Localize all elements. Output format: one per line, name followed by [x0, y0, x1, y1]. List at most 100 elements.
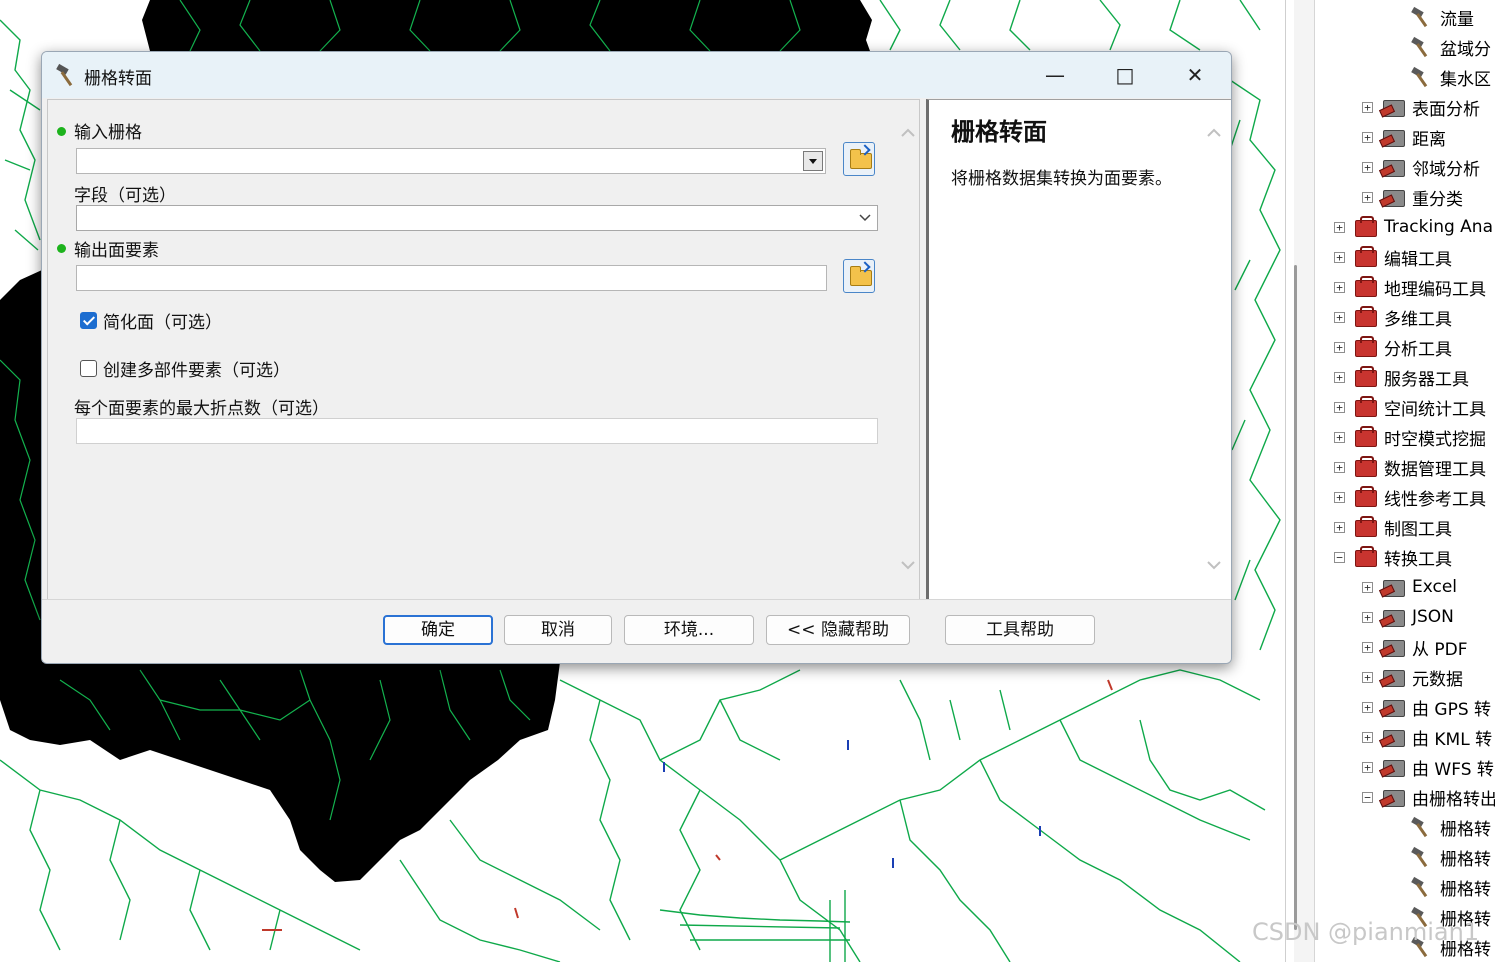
tree-item[interactable]: + Tracking Ana: [1334, 213, 1493, 241]
tree-item-label: 制图工具: [1384, 519, 1452, 540]
tree-item-label: 栅格转: [1440, 879, 1491, 900]
toolset-icon: [1381, 786, 1407, 808]
tree-item[interactable]: 流量: [1390, 3, 1474, 31]
tree-item[interactable]: + 重分类: [1362, 183, 1463, 211]
expand-icon[interactable]: +: [1362, 581, 1373, 593]
catalog-scrollbar[interactable]: [1294, 0, 1315, 962]
multipart-checkbox[interactable]: [80, 360, 97, 377]
tree-item[interactable]: + 地理编码工具: [1334, 273, 1486, 301]
catalog-tree-panel[interactable]: 流量 盆域分 集水区 + 表面分析 + 距离 + 邻域分析 + 重分类 + Tracking Ana + 编…: [1285, 0, 1495, 962]
tree-item-label: 重分类: [1412, 189, 1463, 210]
expand-icon[interactable]: +: [1362, 731, 1373, 743]
expand-icon[interactable]: +: [1362, 101, 1373, 113]
collapse-icon[interactable]: −: [1334, 551, 1345, 563]
tree-item[interactable]: 栅格转: [1390, 813, 1491, 841]
tree-item[interactable]: 集水区: [1390, 63, 1491, 91]
cancel-button[interactable]: 取消: [504, 615, 612, 645]
tree-item[interactable]: + 表面分析: [1362, 93, 1480, 121]
help-body: 将栅格数据集转换为面要素。: [951, 169, 1172, 189]
expand-icon[interactable]: +: [1362, 611, 1373, 623]
expand-icon[interactable]: +: [1334, 281, 1345, 293]
expand-icon[interactable]: +: [1334, 521, 1345, 533]
expand-icon[interactable]: +: [1334, 461, 1345, 473]
input-raster-combobox[interactable]: [76, 148, 826, 174]
dialog-titlebar[interactable]: 栅格转面 — □ ✕: [42, 52, 1231, 98]
tree-item[interactable]: + 由 GPS 转: [1362, 693, 1491, 721]
scroll-up-icon[interactable]: [1207, 126, 1221, 140]
tree-item[interactable]: + 数据管理工具: [1334, 453, 1486, 481]
tree-item[interactable]: + 邻域分析: [1362, 153, 1480, 181]
tree-item[interactable]: + 空间统计工具: [1334, 393, 1486, 421]
close-button[interactable]: ✕: [1172, 60, 1218, 90]
expand-icon[interactable]: +: [1362, 671, 1373, 683]
environments-button[interactable]: 环境...: [624, 615, 754, 645]
expand-icon[interactable]: +: [1334, 251, 1345, 263]
maximize-button[interactable]: □: [1102, 60, 1148, 90]
expand-icon[interactable]: +: [1362, 701, 1373, 713]
scroll-up-icon[interactable]: [901, 126, 915, 140]
tree-item[interactable]: + 服务器工具: [1334, 363, 1469, 391]
tree-item[interactable]: + 距离: [1362, 123, 1446, 151]
catalog-scrollbar-thumb[interactable]: [1294, 265, 1297, 930]
expand-icon[interactable]: +: [1334, 491, 1345, 503]
toolset-icon: [1381, 726, 1407, 748]
expand-icon[interactable]: +: [1334, 431, 1345, 443]
ok-button[interactable]: 确定: [383, 615, 493, 645]
expand-icon[interactable]: +: [1362, 131, 1373, 143]
parameters-pane: 输入栅格 字段（可选） 输出面要素 简化面（可选） 创建多部件要素（可选） 每个…: [47, 99, 920, 601]
tree-item-label: 转换工具: [1384, 549, 1452, 570]
open-input-raster-button[interactable]: [843, 142, 875, 176]
expand-icon[interactable]: +: [1362, 641, 1373, 653]
tree-item[interactable]: + 由 WFS 转: [1362, 753, 1494, 781]
tree-item[interactable]: + 多维工具: [1334, 303, 1452, 331]
output-features-label: 输出面要素: [74, 241, 159, 261]
tree-item[interactable]: 栅格转: [1390, 873, 1491, 901]
hammer-icon: [1409, 846, 1435, 868]
scroll-down-icon[interactable]: [1207, 558, 1221, 572]
tree-item[interactable]: 盆域分: [1390, 33, 1491, 61]
tree-item[interactable]: + 分析工具: [1334, 333, 1452, 361]
tree-item[interactable]: + JSON: [1362, 603, 1454, 631]
toolset-icon: [1381, 186, 1407, 208]
expand-icon[interactable]: +: [1362, 191, 1373, 203]
tree-item-label: 线性参考工具: [1384, 489, 1486, 510]
field-select[interactable]: [76, 205, 878, 231]
expand-icon[interactable]: +: [1334, 221, 1345, 233]
parameters-scrollbar[interactable]: [897, 100, 919, 600]
tree-item-label: 编辑工具: [1384, 249, 1452, 270]
expand-icon[interactable]: +: [1334, 401, 1345, 413]
expand-icon[interactable]: +: [1334, 371, 1345, 383]
toolbox-icon: [1353, 306, 1379, 328]
expand-icon[interactable]: +: [1334, 341, 1345, 353]
tree-item[interactable]: 栅格转: [1390, 843, 1491, 871]
tree-item[interactable]: + 制图工具: [1334, 513, 1452, 541]
tree-item[interactable]: + 编辑工具: [1334, 243, 1452, 271]
tree-item[interactable]: + 时空模式挖掘: [1334, 423, 1486, 451]
toolbox-icon: [1353, 396, 1379, 418]
output-features-input[interactable]: [76, 265, 827, 291]
toolset-icon: [1381, 696, 1407, 718]
tree-item[interactable]: − 转换工具: [1334, 543, 1452, 571]
toolbox-icon: [1353, 366, 1379, 388]
tree-item[interactable]: + 线性参考工具: [1334, 483, 1486, 511]
expand-icon[interactable]: +: [1362, 761, 1373, 773]
scroll-down-icon[interactable]: [901, 558, 915, 572]
expand-icon[interactable]: +: [1362, 161, 1373, 173]
tree-item[interactable]: + 元数据: [1362, 663, 1463, 691]
collapse-icon[interactable]: −: [1362, 791, 1373, 803]
chevron-down-icon[interactable]: [803, 151, 823, 171]
open-output-button[interactable]: [843, 259, 875, 293]
minimize-button[interactable]: —: [1032, 60, 1078, 90]
tree-item-label: 从 PDF: [1412, 639, 1468, 660]
expand-icon[interactable]: +: [1334, 311, 1345, 323]
tool-help-button[interactable]: 工具帮助: [945, 615, 1095, 645]
tree-item[interactable]: + Excel: [1362, 573, 1457, 601]
tree-item[interactable]: + 由 KML 转: [1362, 723, 1492, 751]
tree-item[interactable]: − 由栅格转出: [1362, 783, 1495, 811]
tree-item[interactable]: + 从 PDF: [1362, 633, 1468, 661]
max-vertices-input[interactable]: [76, 418, 878, 444]
toolset-icon: [1381, 126, 1407, 148]
hide-help-button[interactable]: << 隐藏帮助: [766, 615, 910, 645]
simplify-checkbox[interactable]: [80, 312, 97, 329]
toolbox-icon: [1353, 456, 1379, 478]
